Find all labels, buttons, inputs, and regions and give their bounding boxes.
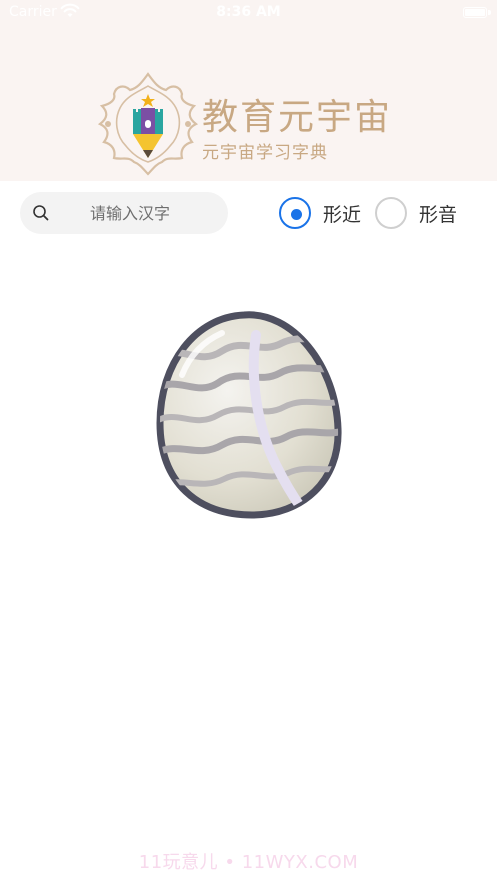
- radio-label-xingjin: 形近: [323, 204, 362, 226]
- status-bar: Carrier 8:36 AM: [0, 0, 497, 26]
- header-banner: Carrier 8:36 AM 教育元宇宙 元宇宙学习字典: [0, 0, 497, 181]
- radio-dot: [291, 209, 302, 220]
- radio-unselected-icon[interactable]: [375, 197, 407, 229]
- watermark: 11玩意儿 • 11WYX.COM: [138, 852, 359, 873]
- battery-icon: [463, 7, 487, 18]
- app-subtitle: 元宇宙学习字典: [202, 143, 328, 163]
- search-box[interactable]: [20, 192, 228, 234]
- radio-option-xingjin[interactable]: 形近: [279, 197, 369, 229]
- castle-pencil-logo: [97, 72, 199, 176]
- radio-label-xingyin: 形音: [419, 204, 458, 226]
- battery-tip: [488, 10, 491, 15]
- radio-selected-icon[interactable]: [279, 197, 311, 229]
- status-time: 8:36 AM: [216, 4, 281, 20]
- app-screen: Carrier 8:36 AM 教育元宇宙 元宇宙学习字典 请输入汉字 形近 形…: [0, 0, 497, 883]
- search-input[interactable]: [76, 192, 224, 234]
- radio-option-xingyin[interactable]: 形音: [375, 197, 465, 229]
- egg-icon: [156, 311, 342, 519]
- search-icon: [33, 205, 49, 221]
- app-title: 教育元宇宙: [202, 97, 393, 138]
